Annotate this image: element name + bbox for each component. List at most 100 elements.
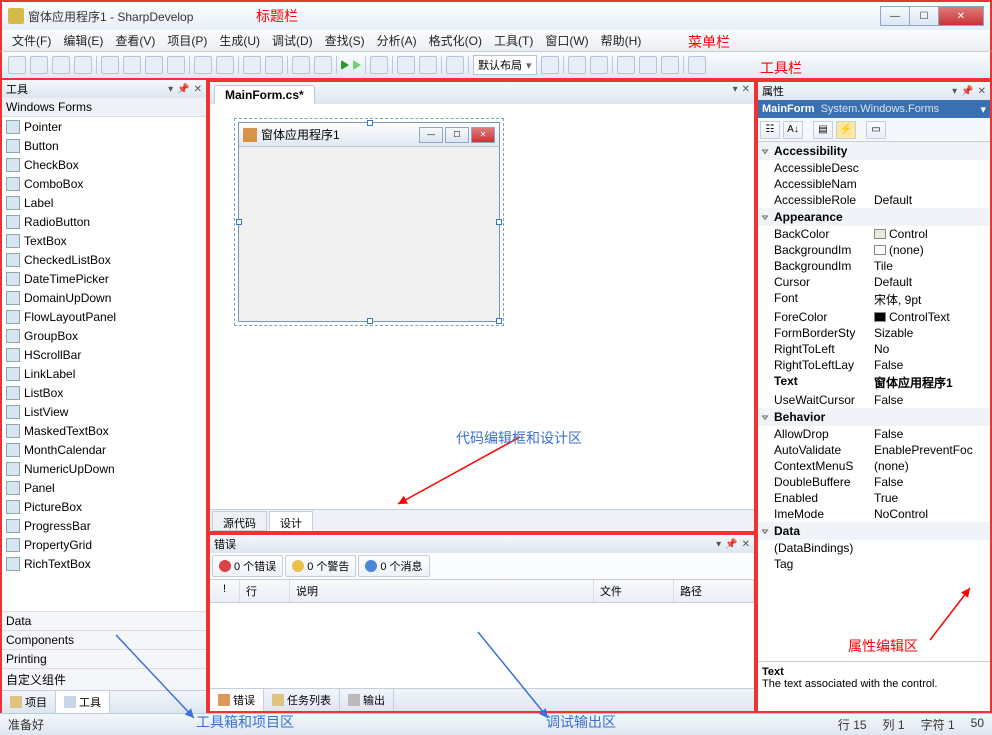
tab-project[interactable]: 项目: [2, 691, 56, 713]
toolbox-item[interactable]: PictureBox: [2, 497, 206, 516]
toolbox-item[interactable]: CheckedListBox: [2, 250, 206, 269]
tool-addnew-icon[interactable]: [292, 56, 310, 74]
col-desc[interactable]: 说明: [290, 580, 594, 602]
menu-item[interactable]: 查找(S): [319, 30, 371, 51]
tool-misc6-icon[interactable]: [661, 56, 679, 74]
toolbox-list[interactable]: PointerButtonCheckBoxComboBoxLabelRadioB…: [2, 117, 206, 611]
document-tab[interactable]: MainForm.cs*: [214, 85, 315, 104]
mode-source-tab[interactable]: 源代码: [212, 511, 267, 531]
filter-messages[interactable]: 0 个消息: [358, 555, 429, 577]
tool-misc3-icon[interactable]: [590, 56, 608, 74]
prop-object-selector[interactable]: MainFormSystem.Windows.Forms▾: [758, 100, 990, 118]
err-pin2-icon[interactable]: 📌: [725, 539, 737, 550]
design-surface[interactable]: 窗体应用程序1 — ☐ ✕: [210, 104, 754, 509]
menu-item[interactable]: 文件(F): [6, 30, 57, 51]
filter-errors[interactable]: 0 个错误: [212, 555, 283, 577]
menu-item[interactable]: 项目(P): [161, 30, 213, 51]
menu-item[interactable]: 窗口(W): [539, 30, 594, 51]
tool-stop-icon[interactable]: [370, 56, 388, 74]
toolbox-item[interactable]: Button: [2, 136, 206, 155]
tool-run-icon[interactable]: [341, 60, 349, 70]
close-panel-icon[interactable]: ✕: [194, 84, 202, 95]
minimize-button[interactable]: —: [880, 6, 910, 26]
toolbox-item[interactable]: DomainUpDown: [2, 288, 206, 307]
toolbox-item[interactable]: RadioButton: [2, 212, 206, 231]
cat-appearance[interactable]: Appearance: [758, 208, 990, 226]
tool-find-icon[interactable]: [688, 56, 706, 74]
tool-saveall-icon[interactable]: [74, 56, 92, 74]
prop-close-icon[interactable]: ✕: [978, 86, 986, 97]
prop-az-icon[interactable]: A↓: [783, 121, 803, 139]
toolbox-group[interactable]: Data: [2, 611, 206, 630]
tool-misc1-icon[interactable]: [541, 56, 559, 74]
tool-redo-icon[interactable]: [216, 56, 234, 74]
menu-item[interactable]: 格式化(O): [423, 30, 488, 51]
menu-item[interactable]: 分析(A): [371, 30, 423, 51]
pin2-icon[interactable]: 📌: [177, 84, 189, 95]
tool-nav-back-icon[interactable]: [243, 56, 261, 74]
close-button[interactable]: ✕: [938, 6, 984, 26]
menu-item[interactable]: 工具(T): [488, 30, 539, 51]
tab-tools[interactable]: 工具: [56, 691, 110, 713]
menu-item[interactable]: 编辑(E): [57, 30, 109, 51]
tool-open-icon[interactable]: [30, 56, 48, 74]
tool-copy-icon[interactable]: [123, 56, 141, 74]
col-line[interactable]: 行: [240, 580, 290, 602]
prop-cat-icon[interactable]: ☷: [760, 121, 780, 139]
err-pin-icon[interactable]: ▾: [716, 539, 721, 550]
tool-step-icon[interactable]: [397, 56, 415, 74]
tab-output[interactable]: 输出: [340, 689, 394, 711]
toolbox-group[interactable]: Printing: [2, 649, 206, 668]
toolbox-item[interactable]: ProgressBar: [2, 516, 206, 535]
tool-comment-icon[interactable]: [446, 56, 464, 74]
toolbox-item[interactable]: NumericUpDown: [2, 459, 206, 478]
tool-nav-fwd-icon[interactable]: [265, 56, 283, 74]
doc-close-icon[interactable]: ✕: [742, 84, 750, 95]
toolbox-item[interactable]: Panel: [2, 478, 206, 497]
property-grid[interactable]: Accessibility AccessibleDesc AccessibleN…: [758, 142, 990, 661]
toolbox-item[interactable]: RichTextBox: [2, 554, 206, 573]
tool-runwo-icon[interactable]: [353, 60, 361, 70]
toolbox-item[interactable]: CheckBox: [2, 155, 206, 174]
err-close-icon[interactable]: ✕: [742, 539, 750, 550]
prop-props-icon[interactable]: ▤: [813, 121, 833, 139]
col-exclaim[interactable]: !: [210, 580, 240, 602]
toolbox-item[interactable]: LinkLabel: [2, 364, 206, 383]
toolbox-item[interactable]: Label: [2, 193, 206, 212]
tool-misc5-icon[interactable]: [639, 56, 657, 74]
col-path[interactable]: 路径: [674, 580, 754, 602]
layout-combo[interactable]: 默认布局: [473, 55, 537, 75]
toolbox-item[interactable]: TextBox: [2, 231, 206, 250]
prop-events-icon[interactable]: ⚡: [836, 121, 856, 139]
cat-accessibility[interactable]: Accessibility: [758, 142, 990, 160]
tool-stepinto-icon[interactable]: [419, 56, 437, 74]
tool-addexist-icon[interactable]: [314, 56, 332, 74]
toolbox-group[interactable]: 自定义组件: [2, 668, 206, 690]
tab-errors[interactable]: 错误: [210, 689, 264, 711]
prop-pin2-icon[interactable]: 📌: [961, 86, 973, 97]
doc-dropdown-icon[interactable]: ▾: [733, 84, 738, 95]
toolbox-item[interactable]: MaskedTextBox: [2, 421, 206, 440]
cat-data[interactable]: Data: [758, 522, 990, 540]
tool-misc4-icon[interactable]: [617, 56, 635, 74]
toolbox-item[interactable]: Pointer: [2, 117, 206, 136]
tool-paste-icon[interactable]: [145, 56, 163, 74]
prop-pages-icon[interactable]: ▭: [866, 121, 886, 139]
toolbox-item[interactable]: MonthCalendar: [2, 440, 206, 459]
toolbox-item[interactable]: ListBox: [2, 383, 206, 402]
toolbox-item[interactable]: GroupBox: [2, 326, 206, 345]
toolbox-category[interactable]: Windows Forms: [2, 98, 206, 117]
designed-form[interactable]: 窗体应用程序1 — ☐ ✕: [238, 122, 500, 322]
tool-new-icon[interactable]: [8, 56, 26, 74]
tool-delete-icon[interactable]: [167, 56, 185, 74]
menu-item[interactable]: 帮助(H): [595, 30, 648, 51]
maximize-button[interactable]: ☐: [909, 6, 939, 26]
mode-design-tab[interactable]: 设计: [269, 511, 313, 531]
filter-warnings[interactable]: 0 个警告: [285, 555, 356, 577]
menu-item[interactable]: 调试(D): [266, 30, 319, 51]
menu-item[interactable]: 查看(V): [109, 30, 161, 51]
tool-cut-icon[interactable]: [101, 56, 119, 74]
toolbox-item[interactable]: FlowLayoutPanel: [2, 307, 206, 326]
pin-icon[interactable]: ▾: [168, 84, 173, 95]
toolbox-item[interactable]: DateTimePicker: [2, 269, 206, 288]
